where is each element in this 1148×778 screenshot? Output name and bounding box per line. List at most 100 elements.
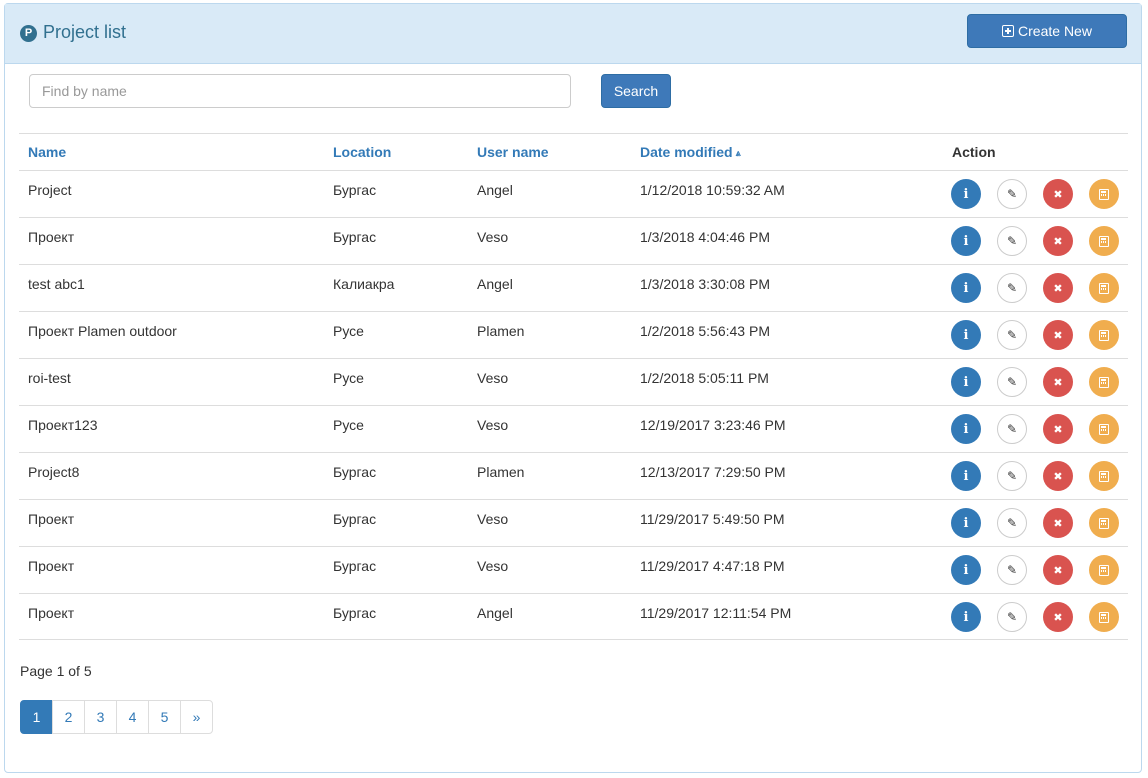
calculator-button[interactable] [1089,508,1119,538]
calculator-button[interactable] [1089,414,1119,444]
close-icon: ✖ [1053,423,1063,436]
calculator-button[interactable] [1089,367,1119,397]
info-button[interactable]: i [951,508,981,538]
delete-button[interactable]: ✖ [1043,367,1073,397]
cell-location: Бургас [333,511,377,527]
cell-date: 11/29/2017 12:11:54 PM [640,605,792,621]
delete-button[interactable]: ✖ [1043,555,1073,585]
edit-button[interactable]: ✎ [997,367,1027,397]
close-icon: ✖ [1053,235,1063,248]
info-button[interactable]: i [951,602,981,632]
page-title: Project list [43,22,127,42]
info-button[interactable]: i [951,226,981,256]
column-header-name[interactable]: Name [28,144,66,160]
pencil-icon: ✎ [1006,375,1018,389]
create-new-label: Create New [1018,23,1092,39]
edit-button[interactable]: ✎ [997,226,1027,256]
delete-button[interactable]: ✖ [1043,179,1073,209]
table-row: Проект Бургас Veso 1/3/2018 4:04:46 PM i ✎ ✖ [19,217,1128,264]
delete-button[interactable]: ✖ [1043,414,1073,444]
delete-button[interactable]: ✖ [1043,273,1073,303]
cell-name: Проект123 [28,417,98,433]
info-button[interactable]: i [951,179,981,209]
info-button[interactable]: i [951,461,981,491]
cell-user: Veso [477,229,509,245]
page-button-1[interactable]: 1 [20,700,53,734]
edit-button[interactable]: ✎ [997,602,1027,632]
delete-button[interactable]: ✖ [1043,226,1073,256]
close-icon: ✖ [1053,517,1063,530]
cell-name: Проект Plamen outdoor [28,323,177,339]
calculator-icon [1099,376,1109,388]
info-icon: i [963,280,969,296]
pencil-icon: ✎ [1006,187,1018,201]
delete-button[interactable]: ✖ [1043,461,1073,491]
create-new-button[interactable]: Create New [967,14,1127,48]
calculator-button[interactable] [1089,179,1119,209]
calculator-icon [1099,235,1109,247]
calculator-button[interactable] [1089,461,1119,491]
edit-button[interactable]: ✎ [997,273,1027,303]
delete-button[interactable]: ✖ [1043,320,1073,350]
page-button-3[interactable]: 3 [84,700,117,734]
calculator-button[interactable] [1089,602,1119,632]
edit-button[interactable]: ✎ [997,461,1027,491]
info-button[interactable]: i [951,555,981,585]
cell-user: Plamen [477,464,525,480]
cell-name: test abc1 [28,276,85,292]
edit-button[interactable]: ✎ [997,320,1027,350]
calculator-icon [1099,517,1109,529]
calculator-icon [1099,423,1109,435]
cell-user: Veso [477,370,509,386]
close-icon: ✖ [1053,376,1063,389]
next-page-button[interactable]: » [180,700,213,734]
pencil-icon: ✎ [1006,516,1018,530]
info-button[interactable]: i [951,414,981,444]
table-row: Проект Бургас Angel 11/29/2017 12:11:54 PM i… [19,593,1128,640]
edit-button[interactable]: ✎ [997,179,1027,209]
edit-button[interactable]: ✎ [997,555,1027,585]
calculator-button[interactable] [1089,273,1119,303]
edit-button[interactable]: ✎ [997,414,1027,444]
column-header-user[interactable]: User name [477,144,549,160]
cell-location: Русе [333,370,364,386]
cell-user: Veso [477,558,509,574]
page-button-5[interactable]: 5 [148,700,181,734]
pencil-icon: ✎ [1006,422,1018,436]
page-button-2[interactable]: 2 [52,700,85,734]
cell-date: 1/3/2018 3:30:08 PM [640,276,770,292]
calculator-icon [1099,564,1109,576]
cell-date: 11/29/2017 5:49:50 PM [640,511,785,527]
info-icon: i [963,374,969,390]
pencil-icon: ✎ [1006,610,1018,624]
pencil-icon: ✎ [1006,469,1018,483]
column-header-date[interactable]: Date modified ⩓ [640,144,741,160]
pencil-icon: ✎ [1006,563,1018,577]
page-button-4[interactable]: 4 [116,700,149,734]
search-input[interactable] [29,74,571,108]
delete-button[interactable]: ✖ [1043,602,1073,632]
calculator-button[interactable] [1089,226,1119,256]
calculator-icon [1099,611,1109,623]
info-icon: i [963,327,969,343]
calculator-button[interactable] [1089,320,1119,350]
cell-user: Plamen [477,323,525,339]
cell-name: Project [28,182,72,198]
cell-name: Проект [28,511,75,527]
delete-button[interactable]: ✖ [1043,508,1073,538]
cell-location: Бургас [333,182,377,198]
table-row: roi-test Русе Veso 1/2/2018 5:05:11 PM i ✎ ✖ [19,358,1128,405]
info-button[interactable]: i [951,320,981,350]
info-button[interactable]: i [951,273,981,303]
table-row: test abc1 Калиакра Angel 1/3/2018 3:30:08 P… [19,264,1128,311]
edit-button[interactable]: ✎ [997,508,1027,538]
cell-user: Angel [477,605,513,621]
search-button[interactable]: Search [601,74,671,108]
panel-heading: P Project list Create New [5,4,1141,64]
info-button[interactable]: i [951,367,981,397]
calculator-button[interactable] [1089,555,1119,585]
page-info: Page 1 of 5 [20,663,92,679]
column-header-location[interactable]: Location [333,144,391,160]
info-icon: i [963,233,969,249]
cell-date: 12/19/2017 3:23:46 PM [640,417,786,433]
